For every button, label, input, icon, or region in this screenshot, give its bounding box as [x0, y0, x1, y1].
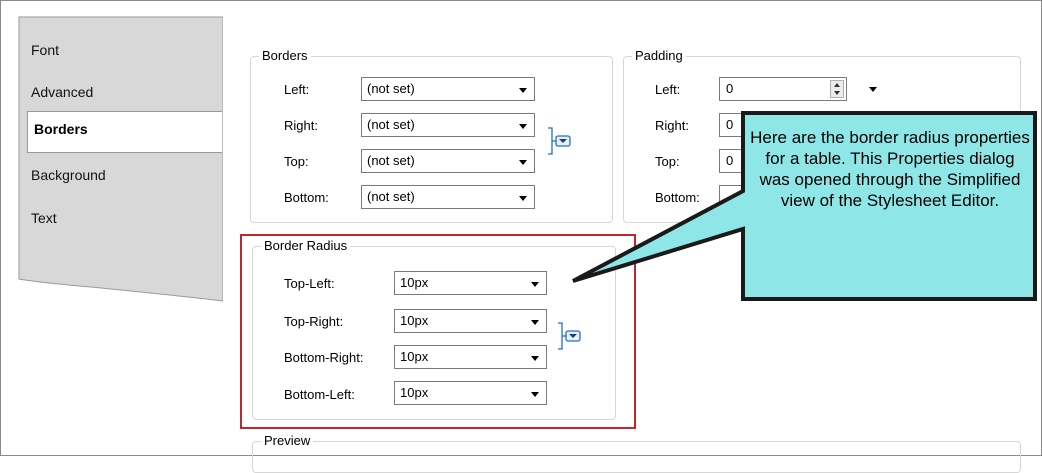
callout-bubble — [572, 111, 1037, 301]
callout-text: Here are the border radius properties fo… — [750, 128, 1030, 210]
properties-dialog: Font Advanced Borders Background Text Bo… — [0, 0, 1042, 473]
